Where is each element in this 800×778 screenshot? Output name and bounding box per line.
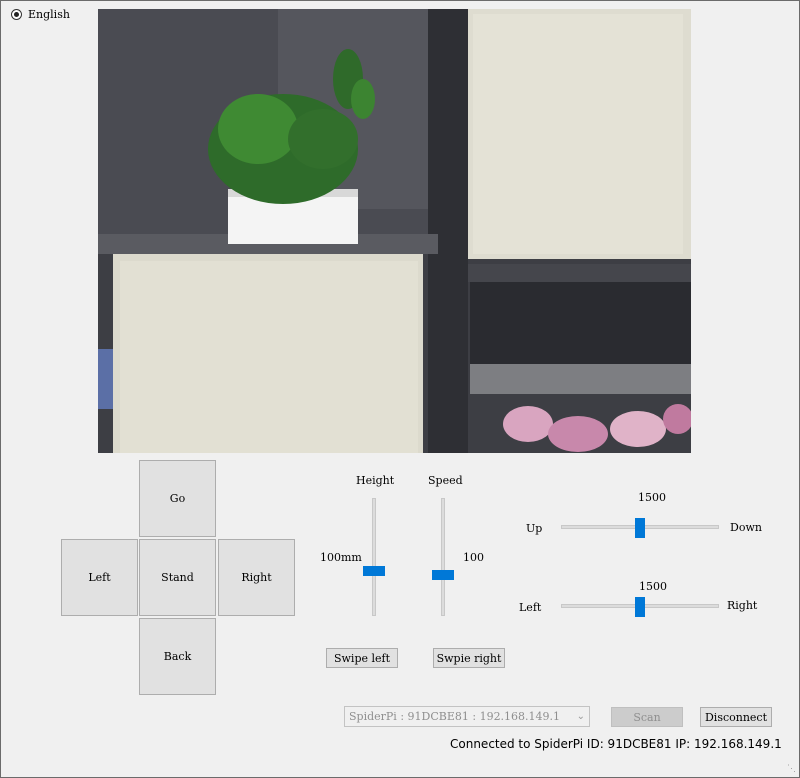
- camera-image-icon: [98, 9, 691, 453]
- connection-status: Connected to SpiderPi ID: 91DCBE81 IP: 1…: [450, 737, 782, 751]
- left-button[interactable]: Left: [61, 539, 138, 616]
- leftright-slider-thumb[interactable]: [635, 597, 645, 617]
- up-label: Up: [526, 522, 543, 535]
- down-label: Down: [730, 521, 762, 534]
- radio-selected-icon[interactable]: [11, 9, 22, 20]
- camera-feed: [98, 9, 691, 453]
- disconnect-button[interactable]: Disconnect: [700, 707, 772, 727]
- leftright-value: 1500: [639, 580, 667, 593]
- left-label: Left: [519, 601, 542, 614]
- stand-button[interactable]: Stand: [139, 539, 216, 616]
- speed-value: 100: [463, 551, 484, 564]
- right-label: Right: [727, 599, 758, 612]
- resize-grip-icon[interactable]: ⋱: [787, 764, 796, 774]
- swipe-right-button[interactable]: Swpie right: [433, 648, 505, 668]
- speed-label: Speed: [428, 474, 463, 487]
- height-label: Height: [356, 474, 395, 487]
- updown-slider-thumb[interactable]: [635, 518, 645, 538]
- swipe-left-button[interactable]: Swipe left: [326, 648, 398, 668]
- height-slider-track[interactable]: [372, 498, 376, 616]
- speed-slider-track[interactable]: [441, 498, 445, 616]
- height-slider-thumb[interactable]: [363, 566, 385, 576]
- right-button[interactable]: Right: [218, 539, 295, 616]
- speed-slider-thumb[interactable]: [432, 570, 454, 580]
- go-button[interactable]: Go: [139, 460, 216, 537]
- language-radio-english[interactable]: English: [11, 8, 70, 21]
- language-label: English: [28, 8, 70, 21]
- back-button[interactable]: Back: [139, 618, 216, 695]
- chevron-down-icon[interactable]: ⌄: [577, 711, 585, 722]
- device-select[interactable]: SpiderPi : 91DCBE81 : 192.168.149.1 ⌄: [344, 706, 590, 727]
- scan-button[interactable]: Scan: [611, 707, 683, 727]
- height-value: 100mm: [320, 551, 362, 564]
- device-select-value: SpiderPi : 91DCBE81 : 192.168.149.1: [349, 710, 561, 723]
- updown-value: 1500: [638, 491, 666, 504]
